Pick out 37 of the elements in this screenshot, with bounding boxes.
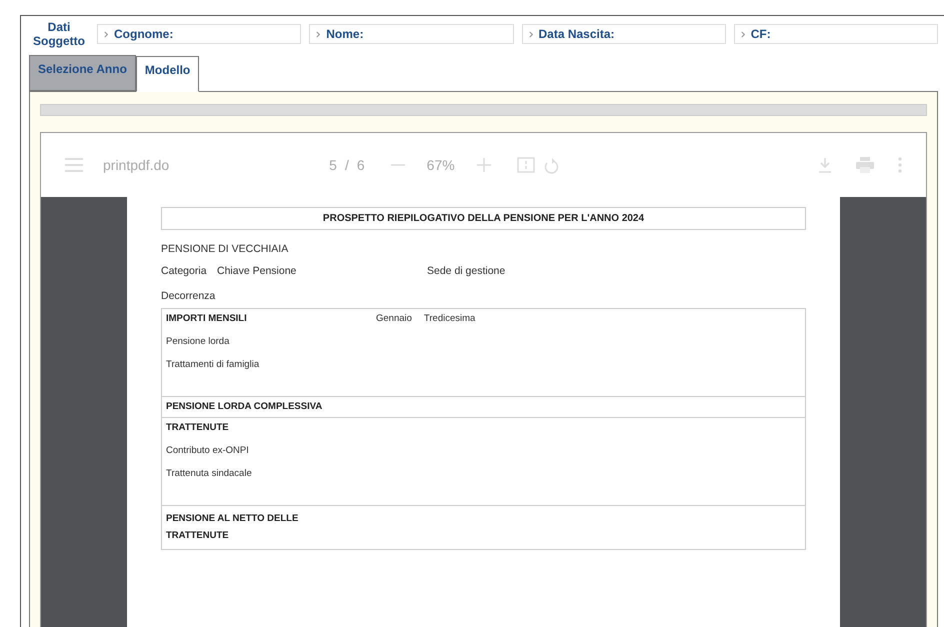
more-icon[interactable] [898,156,902,173]
chevron-icon [316,30,322,38]
document-title: PROSPETTO RIEPILOGATIVO DELLA PENSIONE PER L'ANNO 2024 [161,206,806,230]
fit-page-icon[interactable] [516,156,535,173]
page-separator: / [344,156,349,173]
row-label: Trattamenti di famiglia [166,358,260,370]
subject-label: Dati Soggetto [32,20,86,49]
rotate-icon[interactable] [542,156,559,174]
download-icon[interactable] [818,156,832,173]
menu-icon[interactable] [65,158,83,172]
subject-field[interactable]: Data Nascita: [522,24,726,44]
file-name: printpdf.do [103,156,170,173]
row-label: Trattenuta sindacale [166,468,253,479]
row-label: Pensione lorda [166,336,230,347]
section-heading: PENSIONE LORDA COMPLESSIVA [166,400,324,412]
chevron-icon [104,30,109,38]
chevron-icon [528,30,534,38]
subject-field[interactable]: Cognome: [97,24,302,44]
pension-type: PENSIONE DI VECCHIAIA [161,242,290,255]
column-heading: Tredicesima [424,312,476,324]
print-icon[interactable] [856,156,874,173]
page-total: 6 [356,156,365,173]
zoom-out-icon[interactable] [390,164,405,166]
field-label: Sede di gestione [427,264,506,277]
subject-field[interactable]: CF: [734,24,938,44]
column-heading: Gennaio [376,312,412,324]
row-label: Contributo ex-ONPI [166,444,250,456]
section-heading: TRATTENUTE [166,422,230,433]
chevron-icon [740,30,746,38]
field-label: Decorrenza [161,290,216,302]
field-label: Chiave Pensione [217,264,298,277]
subject-field[interactable]: Nome: [309,24,514,44]
field-label: Categoria [161,264,208,277]
section-heading: PENSIONE AL NETTO DELLE TRATTENUTE [166,512,300,543]
zoom-in-icon[interactable] [476,158,491,172]
section-heading: IMPORTI MENSILI [166,312,248,324]
tab[interactable]: Modello [136,56,200,92]
